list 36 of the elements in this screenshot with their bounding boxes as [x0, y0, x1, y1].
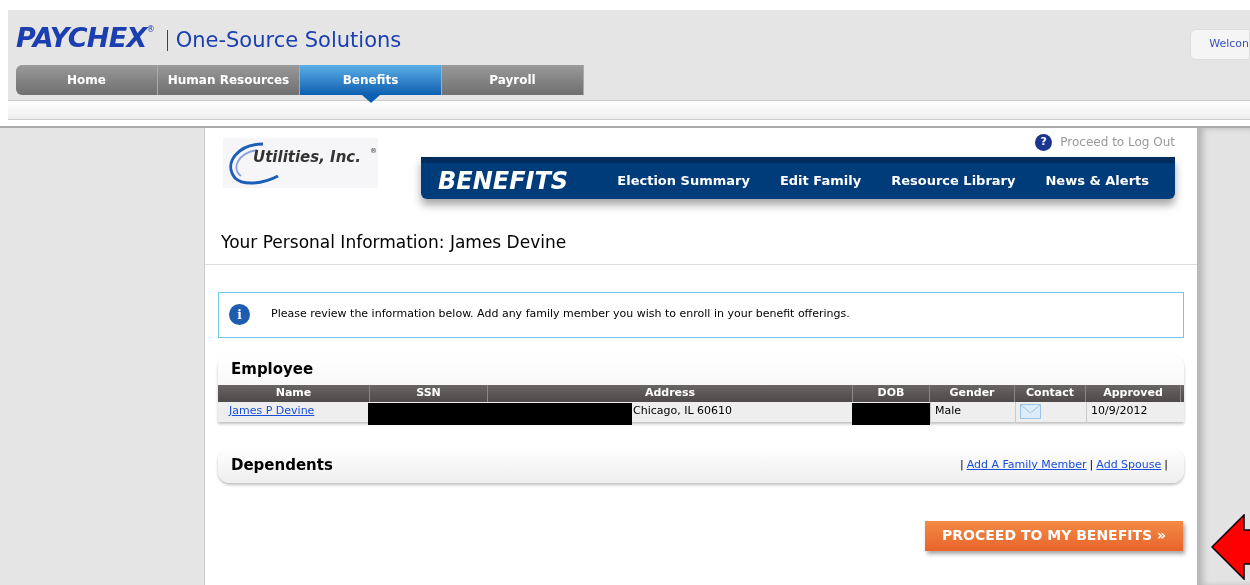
brand-logo: PAYCHEX [16, 24, 147, 51]
dependent-link[interactable]: Add Spouse [1096, 456, 1162, 474]
column-header: Gender [930, 384, 1015, 402]
dependent-link[interactable]: Add A Family Member [966, 456, 1087, 474]
column-header: Address [488, 384, 853, 402]
nav-tab[interactable]: Home [16, 65, 158, 95]
column-header: Contact [1015, 384, 1086, 402]
separator-text: | [1089, 456, 1094, 473]
help-icon[interactable]: ? [1035, 133, 1053, 151]
arrow-icon [1211, 514, 1250, 580]
info-message: Please review the information below. Add any family member you wish to enroll in your benefit offerings. [271, 306, 850, 323]
benefits-nav-link[interactable]: Resource Library [891, 171, 1016, 191]
benefits-nav-link[interactable]: News & Alerts [1045, 171, 1149, 191]
info-icon: i [229, 304, 250, 325]
separator-text: | [1164, 456, 1168, 473]
table-cell: Chicago, IL 60610 [633, 403, 733, 420]
column-header: SSN [370, 384, 488, 402]
table-cell: 10/9/2012 [1091, 403, 1148, 420]
nav-tab[interactable]: Payroll [442, 65, 584, 95]
benefits-nav-link[interactable]: Election Summary [617, 171, 750, 191]
page-title: Your Personal Information: James Devine [221, 232, 567, 252]
welcome-box[interactable]: Welcon [1190, 29, 1250, 60]
section-title: Employee [231, 359, 314, 381]
employee-name-link[interactable]: James P Devine [229, 404, 315, 418]
column-header: Name [218, 384, 370, 402]
section-title: Dependents [231, 454, 333, 476]
benefits-title: BENEFITS [438, 166, 569, 197]
separator-text: | [959, 456, 964, 473]
table-cell: Male [935, 403, 962, 420]
benefits-nav-link[interactable]: Edit Family [779, 171, 862, 191]
mail-icon[interactable] [1020, 404, 1041, 419]
nav-tab[interactable]: Human Resources [158, 65, 300, 95]
nav-tab[interactable]: Benefits [300, 65, 442, 95]
column-header: Approved [1086, 384, 1181, 402]
column-header: DOB [853, 384, 930, 402]
product-title: One-Source Solutions [166, 30, 402, 51]
